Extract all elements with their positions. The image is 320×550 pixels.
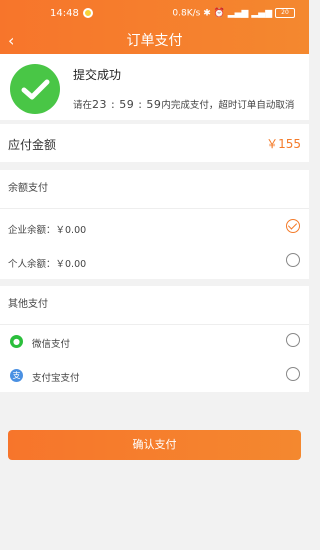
balance-pay-title: 余额支付 (0, 170, 309, 209)
alipay-icon: 支 (10, 369, 23, 382)
amount-value: ￥155 (266, 137, 301, 151)
title-bar: ‹ 订单支付 (0, 28, 309, 54)
battery-icon: 20 (275, 8, 295, 18)
list-item-alipay[interactable]: 支 支付宝支付 (0, 359, 309, 393)
company-balance-label: 企业余额：￥0.00 (8, 225, 87, 236)
amount-row: 应付金额 ￥155 (0, 124, 309, 162)
list-item-personal-balance[interactable]: 个人余额：￥0.00 (0, 245, 309, 279)
wechat-pay-label: 微信支付 (32, 339, 71, 350)
camera-indicator-icon (83, 8, 93, 18)
alarm-icon: ⏰ (213, 8, 225, 19)
list-item-company-balance[interactable]: 企业余额：￥0.00 (0, 211, 309, 245)
note-suffix: 内完成支付，超时订单自动取消 (161, 100, 295, 111)
success-check-icon (10, 64, 60, 114)
wechat-icon: ● (10, 335, 23, 348)
note-prefix: 请在 (73, 100, 93, 111)
personal-balance-radio[interactable] (286, 253, 300, 267)
other-pay-title: 其他支付 (0, 286, 309, 325)
signal-icon: ▂▄▆ (227, 8, 249, 19)
balance-pay-section: 余额支付 企业余额：￥0.00 个人余额：￥0.00 (0, 170, 309, 279)
countdown: 23 : 59 : 59 (92, 98, 162, 111)
bluetooth-icon: ✱ (203, 8, 211, 19)
page-title: 订单支付 (126, 33, 183, 49)
confirm-pay-button[interactable]: 确认支付 (8, 430, 301, 460)
status-right: 0.8K/s ✱ ⏰ ▂▄▆ ▂▄▆ 20 (172, 8, 295, 19)
alipay-label: 支付宝支付 (32, 373, 80, 384)
status-time: 14:48 (50, 8, 79, 19)
chevron-left-icon[interactable]: ‹ (8, 28, 14, 54)
list-item-wechat-pay[interactable]: ● 微信支付 (0, 325, 309, 359)
wechat-pay-radio[interactable] (286, 333, 300, 347)
success-title: 提交成功 (73, 68, 122, 82)
other-pay-section: 其他支付 ● 微信支付 支 支付宝支付 (0, 286, 309, 392)
alipay-radio[interactable] (286, 367, 300, 381)
amount-label: 应付金额 (8, 138, 57, 152)
signal-icon-2: ▂▄▆ (251, 8, 273, 19)
payment-deadline-note: 请在23 : 59 : 59内完成支付，超时订单自动取消 (73, 97, 294, 111)
status-bar: 14:48 0.8K/s ✱ ⏰ ▂▄▆ ▂▄▆ 20 (0, 0, 309, 28)
order-status-card: 提交成功 请在23 : 59 : 59内完成支付，超时订单自动取消 (0, 54, 309, 120)
personal-balance-label: 个人余额：￥0.00 (8, 259, 87, 270)
network-speed: 0.8K/s (172, 8, 201, 19)
company-balance-radio[interactable] (286, 219, 300, 233)
